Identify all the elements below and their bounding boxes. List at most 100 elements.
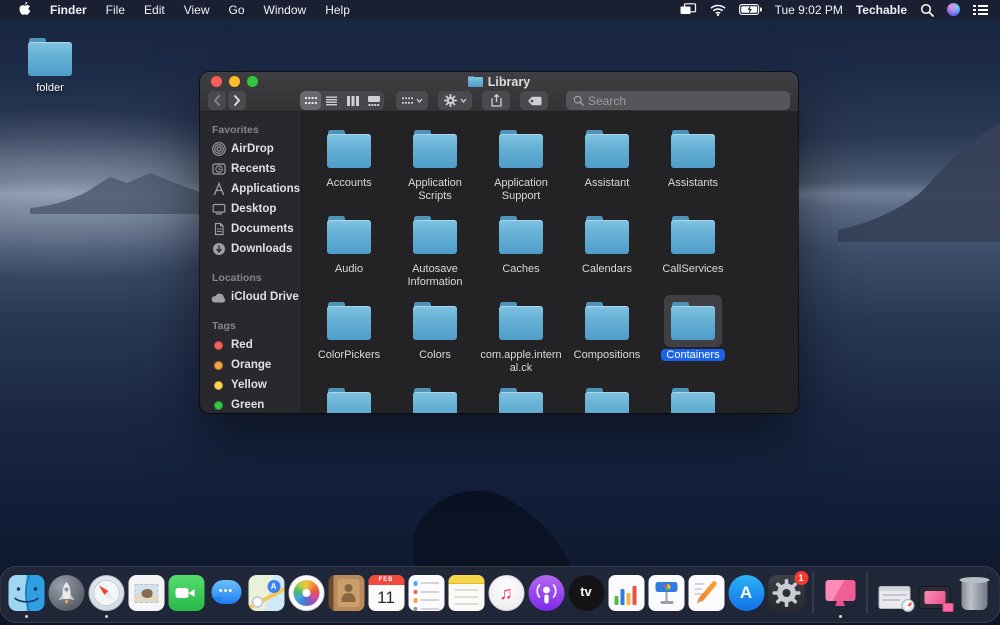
tag-icon (527, 96, 542, 106)
forward-button[interactable] (228, 91, 246, 110)
dock-messages[interactable]: ••• (208, 574, 245, 612)
dock-safari[interactable] (88, 574, 125, 612)
folder-item-application-support[interactable]: Application Support (478, 118, 564, 204)
share-button[interactable] (482, 91, 510, 110)
dock-podcasts[interactable] (528, 574, 565, 612)
back-button[interactable] (208, 91, 226, 110)
menu-clock[interactable]: Tue 9:02 PM (775, 3, 843, 17)
sidebar-section-favorites: Favorites (212, 124, 301, 136)
sidebar-item-airdrop[interactable]: AirDrop (209, 139, 301, 159)
dock-app-store[interactable]: A (728, 574, 765, 612)
dock-cleanmymac[interactable] (822, 574, 859, 612)
dock-system-preferences[interactable]: 1 (768, 574, 805, 612)
folder-icon (671, 302, 715, 340)
notification-badge: 1 (794, 571, 808, 585)
tags-button[interactable] (520, 91, 548, 110)
menu-item-file[interactable]: File (106, 3, 125, 17)
dock-keynote[interactable] (648, 574, 685, 612)
sidebar-item-tag-orange[interactable]: Orange (209, 355, 301, 375)
menu-item-help[interactable]: Help (325, 3, 350, 17)
folder-item-assistant[interactable]: Assistant (564, 118, 650, 204)
wifi-icon[interactable] (710, 4, 726, 16)
dock-maps[interactable]: A (248, 574, 285, 612)
list-view-button[interactable] (321, 91, 342, 110)
dock-finder[interactable] (8, 574, 45, 612)
folder-icon (585, 388, 629, 413)
gallery-view-button[interactable] (363, 91, 384, 110)
spotlight-search-icon[interactable] (920, 3, 934, 17)
folder-item-colors[interactable]: Colors (392, 290, 478, 376)
dock-facetime[interactable] (168, 574, 205, 612)
folder-item-com-apple-internal-ck[interactable]: com.apple.internal.ck (478, 290, 564, 376)
folder-icon (499, 216, 543, 254)
column-view-button[interactable] (342, 91, 363, 110)
menu-item-window[interactable]: Window (264, 3, 307, 17)
menu-item-view[interactable]: View (184, 3, 210, 17)
dock-reminders[interactable] (408, 574, 445, 612)
sidebar-section-tags: Tags (212, 320, 301, 332)
folder-item-calendars[interactable]: Calendars (564, 204, 650, 290)
menu-item-finder[interactable]: Finder (50, 3, 87, 17)
folder-item-containers-selected[interactable]: Containers (650, 290, 736, 376)
dock-music[interactable]: ♫ (488, 574, 525, 612)
folder-item-partial-5[interactable] (650, 376, 736, 413)
search-icon (573, 95, 584, 106)
folder-item-assistants[interactable]: Assistants (650, 118, 736, 204)
dock-contacts[interactable] (328, 574, 365, 612)
dock-notes[interactable] (448, 574, 485, 612)
sidebar-item-tag-red[interactable]: Red (209, 335, 301, 355)
dock-pages[interactable] (688, 574, 725, 612)
menu-item-go[interactable]: Go (229, 3, 245, 17)
dock-photos[interactable] (288, 574, 325, 612)
folder-item-colorpickers[interactable]: ColorPickers (306, 290, 392, 376)
siri-icon[interactable] (947, 3, 960, 16)
group-icon (402, 96, 413, 106)
folder-item-partial-1[interactable] (306, 376, 392, 413)
action-menu-button[interactable] (438, 91, 472, 110)
finder-sidebar: Favorites AirDrop Recents Applications D… (200, 112, 302, 413)
finder-window: Library (200, 72, 798, 413)
sidebar-item-tag-yellow[interactable]: Yellow (209, 375, 301, 395)
group-by-button[interactable] (396, 91, 428, 110)
icon-view-icon (305, 96, 317, 106)
dock-minimized-safari-window[interactable] (876, 574, 913, 612)
sidebar-item-recents[interactable]: Recents (209, 159, 301, 179)
folder-icon (413, 388, 457, 413)
folder-item-partial-3[interactable] (478, 376, 564, 413)
folder-item-callservices[interactable]: CallServices (650, 204, 736, 290)
sidebar-item-desktop[interactable]: Desktop (209, 199, 301, 219)
dock-numbers[interactable] (608, 574, 645, 612)
folder-item-accounts[interactable]: Accounts (306, 118, 392, 204)
folder-item-partial-4[interactable] (564, 376, 650, 413)
dock-mail[interactable] (128, 574, 165, 612)
folder-grid-area: Accounts Application Scripts Application… (303, 112, 798, 413)
dock-calendar[interactable]: FEB 11 (368, 574, 405, 612)
dock-launchpad[interactable] (48, 574, 85, 612)
search-input[interactable] (588, 94, 783, 108)
display-mirroring-icon[interactable] (680, 3, 697, 16)
desktop-folder-item[interactable]: folder (14, 38, 86, 94)
menu-user-name[interactable]: Techable (856, 3, 907, 17)
folder-item-caches[interactable]: Caches (478, 204, 564, 290)
folder-item-audio[interactable]: Audio (306, 204, 392, 290)
sidebar-item-documents[interactable]: Documents (209, 219, 301, 239)
dock-minimized-app-window[interactable] (916, 574, 953, 612)
dock-tv[interactable]: tv (568, 574, 605, 612)
search-field[interactable] (566, 91, 790, 110)
notification-list-icon[interactable] (973, 4, 988, 16)
folder-item-application-scripts[interactable]: Application Scripts (392, 118, 478, 204)
icon-view-button[interactable] (300, 91, 321, 110)
battery-charging-icon[interactable] (739, 4, 762, 15)
sidebar-item-downloads[interactable]: Downloads (209, 239, 301, 259)
folder-item-compositions[interactable]: Compositions (564, 290, 650, 376)
dock-trash[interactable] (956, 574, 993, 612)
menu-item-edit[interactable]: Edit (144, 3, 165, 17)
view-switcher (300, 91, 384, 110)
apple-menu[interactable] (18, 1, 31, 19)
folder-item-autosave-information[interactable]: Autosave Information (392, 204, 478, 290)
folder-item-partial-2[interactable] (392, 376, 478, 413)
contacts-icon (328, 575, 364, 611)
sidebar-item-icloud-drive[interactable]: iCloud Drive (209, 287, 301, 307)
sidebar-item-applications[interactable]: Applications (209, 179, 301, 199)
sidebar-item-tag-green[interactable]: Green (209, 395, 301, 413)
